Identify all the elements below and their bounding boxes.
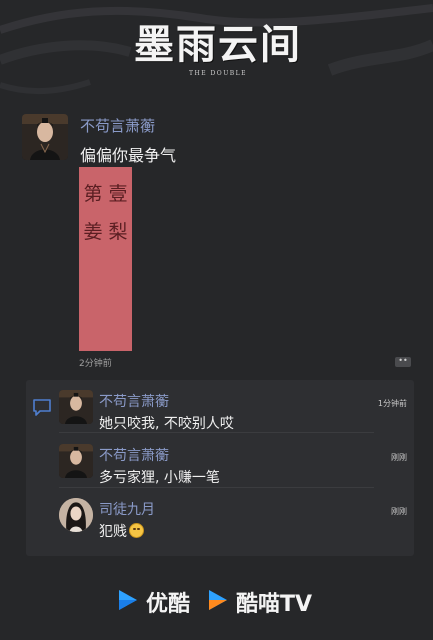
comment-avatar[interactable] xyxy=(59,498,93,532)
comment-author[interactable]: 司徒九月 xyxy=(99,499,155,519)
comment-avatar[interactable] xyxy=(59,444,93,478)
comment-text: 犯贱 xyxy=(99,524,127,540)
portrait-icon xyxy=(22,114,68,160)
comment-author[interactable]: 不苟言萧蘅 xyxy=(99,391,169,411)
portrait-icon xyxy=(59,444,93,478)
post-author[interactable]: 不苟言萧蘅 xyxy=(80,115,155,136)
youku-logo-icon xyxy=(119,590,137,610)
comment-icon xyxy=(33,399,51,416)
show-subtitle: THE DOUBLE xyxy=(188,70,248,77)
divider xyxy=(59,487,374,488)
rolling-eyes-emoji-icon xyxy=(129,523,144,538)
divider xyxy=(59,432,374,433)
comment-text-line: 犯贱 xyxy=(99,521,144,541)
comment-timestamp: 刚刚 xyxy=(391,507,407,516)
brand-name: 酷喵TV xyxy=(236,592,313,617)
comment-timestamp: 1分钟前 xyxy=(377,399,407,408)
post-timestamp: 2分钟前 xyxy=(79,359,112,369)
comment-author[interactable]: 不苟言萧蘅 xyxy=(99,445,169,465)
comment-avatar[interactable] xyxy=(59,390,93,424)
more-options-button[interactable]: •• xyxy=(395,357,411,367)
brand-name: 优酷 xyxy=(146,592,191,617)
comment-item: 不苟言萧蘅 多亏家狸, 小赚一笔 刚刚 xyxy=(59,442,407,492)
kumiao-logo-icon xyxy=(209,590,227,610)
comment-timestamp: 刚刚 xyxy=(391,453,407,462)
show-logo: 墨雨云间 THE DOUBLE xyxy=(118,22,318,84)
calligraphy-text: 第 壹 姜 梨 xyxy=(83,183,128,243)
post-image[interactable]: 第 壹 姜 梨 xyxy=(79,167,132,351)
avatar[interactable] xyxy=(22,114,68,160)
comment-text: 多亏家狸, 小赚一笔 xyxy=(99,470,220,486)
comment-item: 不苟言萧蘅 她只咬我, 不咬别人哎 1分钟前 xyxy=(59,388,407,438)
post-text: 偏偏你最争气 xyxy=(80,146,177,165)
comments-panel: 不苟言萧蘅 她只咬我, 不咬别人哎 1分钟前 不苟言萧蘅 多亏家狸, 小赚一笔 … xyxy=(26,380,414,556)
comment-item: 司徒九月 犯贱 刚刚 xyxy=(59,496,407,546)
portrait-icon xyxy=(59,390,93,424)
comment-text: 她只咬我, 不咬别人哎 xyxy=(99,416,234,432)
show-title: 墨雨云间 xyxy=(134,21,302,68)
portrait-icon xyxy=(59,498,93,532)
